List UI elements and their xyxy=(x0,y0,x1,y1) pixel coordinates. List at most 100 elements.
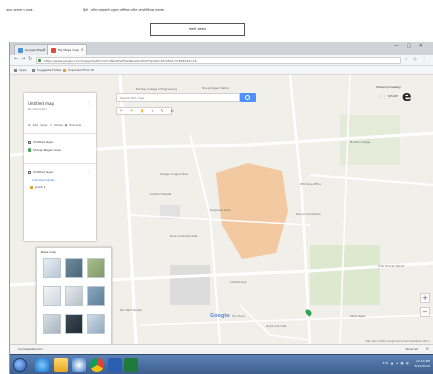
map-title[interactable]: Untitled map xyxy=(28,101,54,106)
share-button[interactable]: SHARE xyxy=(388,94,398,98)
feature-name: point 1 xyxy=(35,185,46,189)
map-label: RTO Pune Office xyxy=(300,183,321,186)
layer-name: Untitled layer xyxy=(33,170,54,174)
bookmark-imported[interactable]: Imported From IE xyxy=(63,66,94,75)
forward-icon[interactable]: → xyxy=(21,56,25,62)
divider xyxy=(24,133,96,134)
basemap-thumb-map[interactable] xyxy=(43,258,61,278)
media-player-icon[interactable] xyxy=(72,358,86,372)
bookmark-apps[interactable]: Apps xyxy=(14,66,26,75)
bookmark-suggested-sites[interactable]: Suggested Sites xyxy=(32,66,61,75)
close-icon[interactable]: ✕ xyxy=(426,346,429,351)
download-shelf: mymapdata.kml Show all ✕ xyxy=(10,344,433,354)
close-tab-icon[interactable]: × xyxy=(43,45,46,55)
omnibox-icons[interactable]: ☆ ◎ ⋮ xyxy=(404,56,428,61)
account-avatar[interactable]: e xyxy=(402,89,412,105)
tab-my-maps[interactable]: My Maps map × xyxy=(47,44,87,55)
style-link[interactable]: Individual styles xyxy=(32,178,55,182)
layer-name: Untitled layer xyxy=(33,140,54,144)
internet-explorer-icon[interactable] xyxy=(35,358,49,372)
tab-strip: Google Maps × My Maps map × — ▢ ✕ xyxy=(10,42,433,55)
basemap-thumb-satellite[interactable] xyxy=(65,258,83,278)
sharing-status: Shared privately xyxy=(376,85,401,89)
mymaps-favicon-icon xyxy=(51,48,56,53)
basemap-thumb-simple[interactable] xyxy=(43,314,61,334)
bookmarks-bar: Apps Suggested Sites Imported From IE xyxy=(10,66,433,75)
park-area xyxy=(310,245,380,305)
url-input[interactable]: https://www.google.com/maps/d/edit?mid=1… xyxy=(36,57,401,64)
lock-icon xyxy=(38,59,41,62)
reload-icon[interactable]: ↻ xyxy=(28,56,32,62)
road xyxy=(139,314,433,326)
pin-icon xyxy=(28,148,31,152)
window-controls[interactable]: — ▢ ✕ xyxy=(394,43,426,49)
map-label: College of Agriculture xyxy=(160,173,189,176)
map-attribution: Map data ©2016 Google Terms Send feedbac… xyxy=(365,340,430,343)
map-label: Sakal Nagar xyxy=(350,315,366,318)
divider xyxy=(24,163,96,164)
bookmark-label: Suggested Sites xyxy=(37,68,62,72)
map-canvas[interactable]: Bombay College of Engineering Shivaji Na… xyxy=(10,75,433,344)
layer-options-icon[interactable]: ⋮ xyxy=(87,170,91,175)
map-label: Good Luck Cafe xyxy=(266,325,287,328)
map-search-input[interactable]: Search this map xyxy=(116,93,240,102)
feature-icon xyxy=(30,185,33,189)
bookmark-label: Imported From IE xyxy=(68,68,94,72)
map-label: Shivaji Nagar Station xyxy=(202,87,230,90)
road xyxy=(309,174,433,186)
map-label: Bombay College of Engineering xyxy=(136,88,177,91)
zoom-out-button[interactable]: − xyxy=(420,307,430,317)
clock-date: 8/12/2016 xyxy=(414,364,430,368)
document-caption-box: सावली अवकाश xyxy=(150,23,245,36)
map-label: Modern College xyxy=(350,141,371,144)
document-header-right: हिंदी - अनिल आव्हाडांनी अनुवाद अतिरिक्त … xyxy=(83,8,166,12)
word-icon[interactable] xyxy=(108,358,122,372)
basemap-thumb-political[interactable] xyxy=(87,286,105,306)
road xyxy=(239,304,311,341)
bookmark-label: Apps xyxy=(19,68,27,72)
basemap-thumb-light[interactable] xyxy=(43,286,61,306)
tab-label: My Maps map xyxy=(58,48,79,52)
map-label: Tilak Smarak Mandir xyxy=(378,265,405,268)
clock[interactable]: 12:14 PM 8/12/2016 xyxy=(415,359,430,369)
start-button[interactable] xyxy=(13,358,27,372)
basemap-thumb-dark[interactable] xyxy=(65,314,83,334)
layer-feature-item[interactable]: point 1 xyxy=(30,185,46,189)
tab-google-maps[interactable]: Google Maps × xyxy=(14,44,49,55)
map-label: Chatushringi xyxy=(230,281,247,284)
map-label: Fergusson Road xyxy=(210,209,231,212)
basemap-thumb-terrain[interactable] xyxy=(87,258,105,278)
back-icon[interactable]: ← xyxy=(14,56,18,62)
folder-icon xyxy=(63,68,66,72)
layer-row[interactable]: Shivaji Nagar Area xyxy=(28,148,61,152)
file-explorer-icon[interactable] xyxy=(54,358,68,372)
road xyxy=(288,75,312,344)
layer-name: Shivaji Nagar Area xyxy=(33,148,61,152)
browser-window: Google Maps × My Maps map × — ▢ ✕ ← → ↻ … xyxy=(9,42,433,374)
download-item[interactable]: mymapdata.kml xyxy=(18,347,43,351)
zoom-in-button[interactable]: + xyxy=(420,293,430,303)
taskbar: EN ▲ ◂ ▦ ◐ 12:14 PM 8/12/2016 xyxy=(10,354,433,374)
panel-actions[interactable]: ⊕ Add layer ⇪ Share ◉ Preview xyxy=(28,123,81,127)
layer-row[interactable]: Untitled layer xyxy=(28,170,53,174)
close-tab-icon[interactable]: × xyxy=(81,45,84,55)
show-all-downloads-link[interactable]: Show all xyxy=(405,347,418,351)
map-description[interactable]: No description xyxy=(28,108,47,111)
page-icon xyxy=(32,68,35,72)
apps-icon xyxy=(14,68,17,72)
search-icon[interactable] xyxy=(240,93,256,102)
checkbox-icon[interactable] xyxy=(28,140,31,144)
layer-row[interactable]: Untitled layer xyxy=(28,140,53,144)
system-tray[interactable]: EN ▲ ◂ ▦ ◐ xyxy=(383,361,410,365)
basemap-thumb-mono[interactable] xyxy=(65,286,83,306)
map-label: Krishna Hospital xyxy=(150,193,172,196)
basemap-thumb-water[interactable] xyxy=(87,314,105,334)
page: अमल आश्वस्त न अलख - हिंदी - अनिल आव्हाडा… xyxy=(0,0,433,374)
more-options-icon[interactable]: ⋮ xyxy=(87,100,91,105)
map-toolbar[interactable]: ↶ ↷ ✋ ⌖ ✎ ⇄ xyxy=(116,107,174,115)
road xyxy=(118,75,138,344)
chrome-icon[interactable] xyxy=(90,358,104,372)
excel-icon[interactable] xyxy=(124,358,138,372)
document-header-left: अमल आश्वस्त न अलख - xyxy=(6,8,35,12)
checkbox-icon[interactable] xyxy=(28,170,31,174)
